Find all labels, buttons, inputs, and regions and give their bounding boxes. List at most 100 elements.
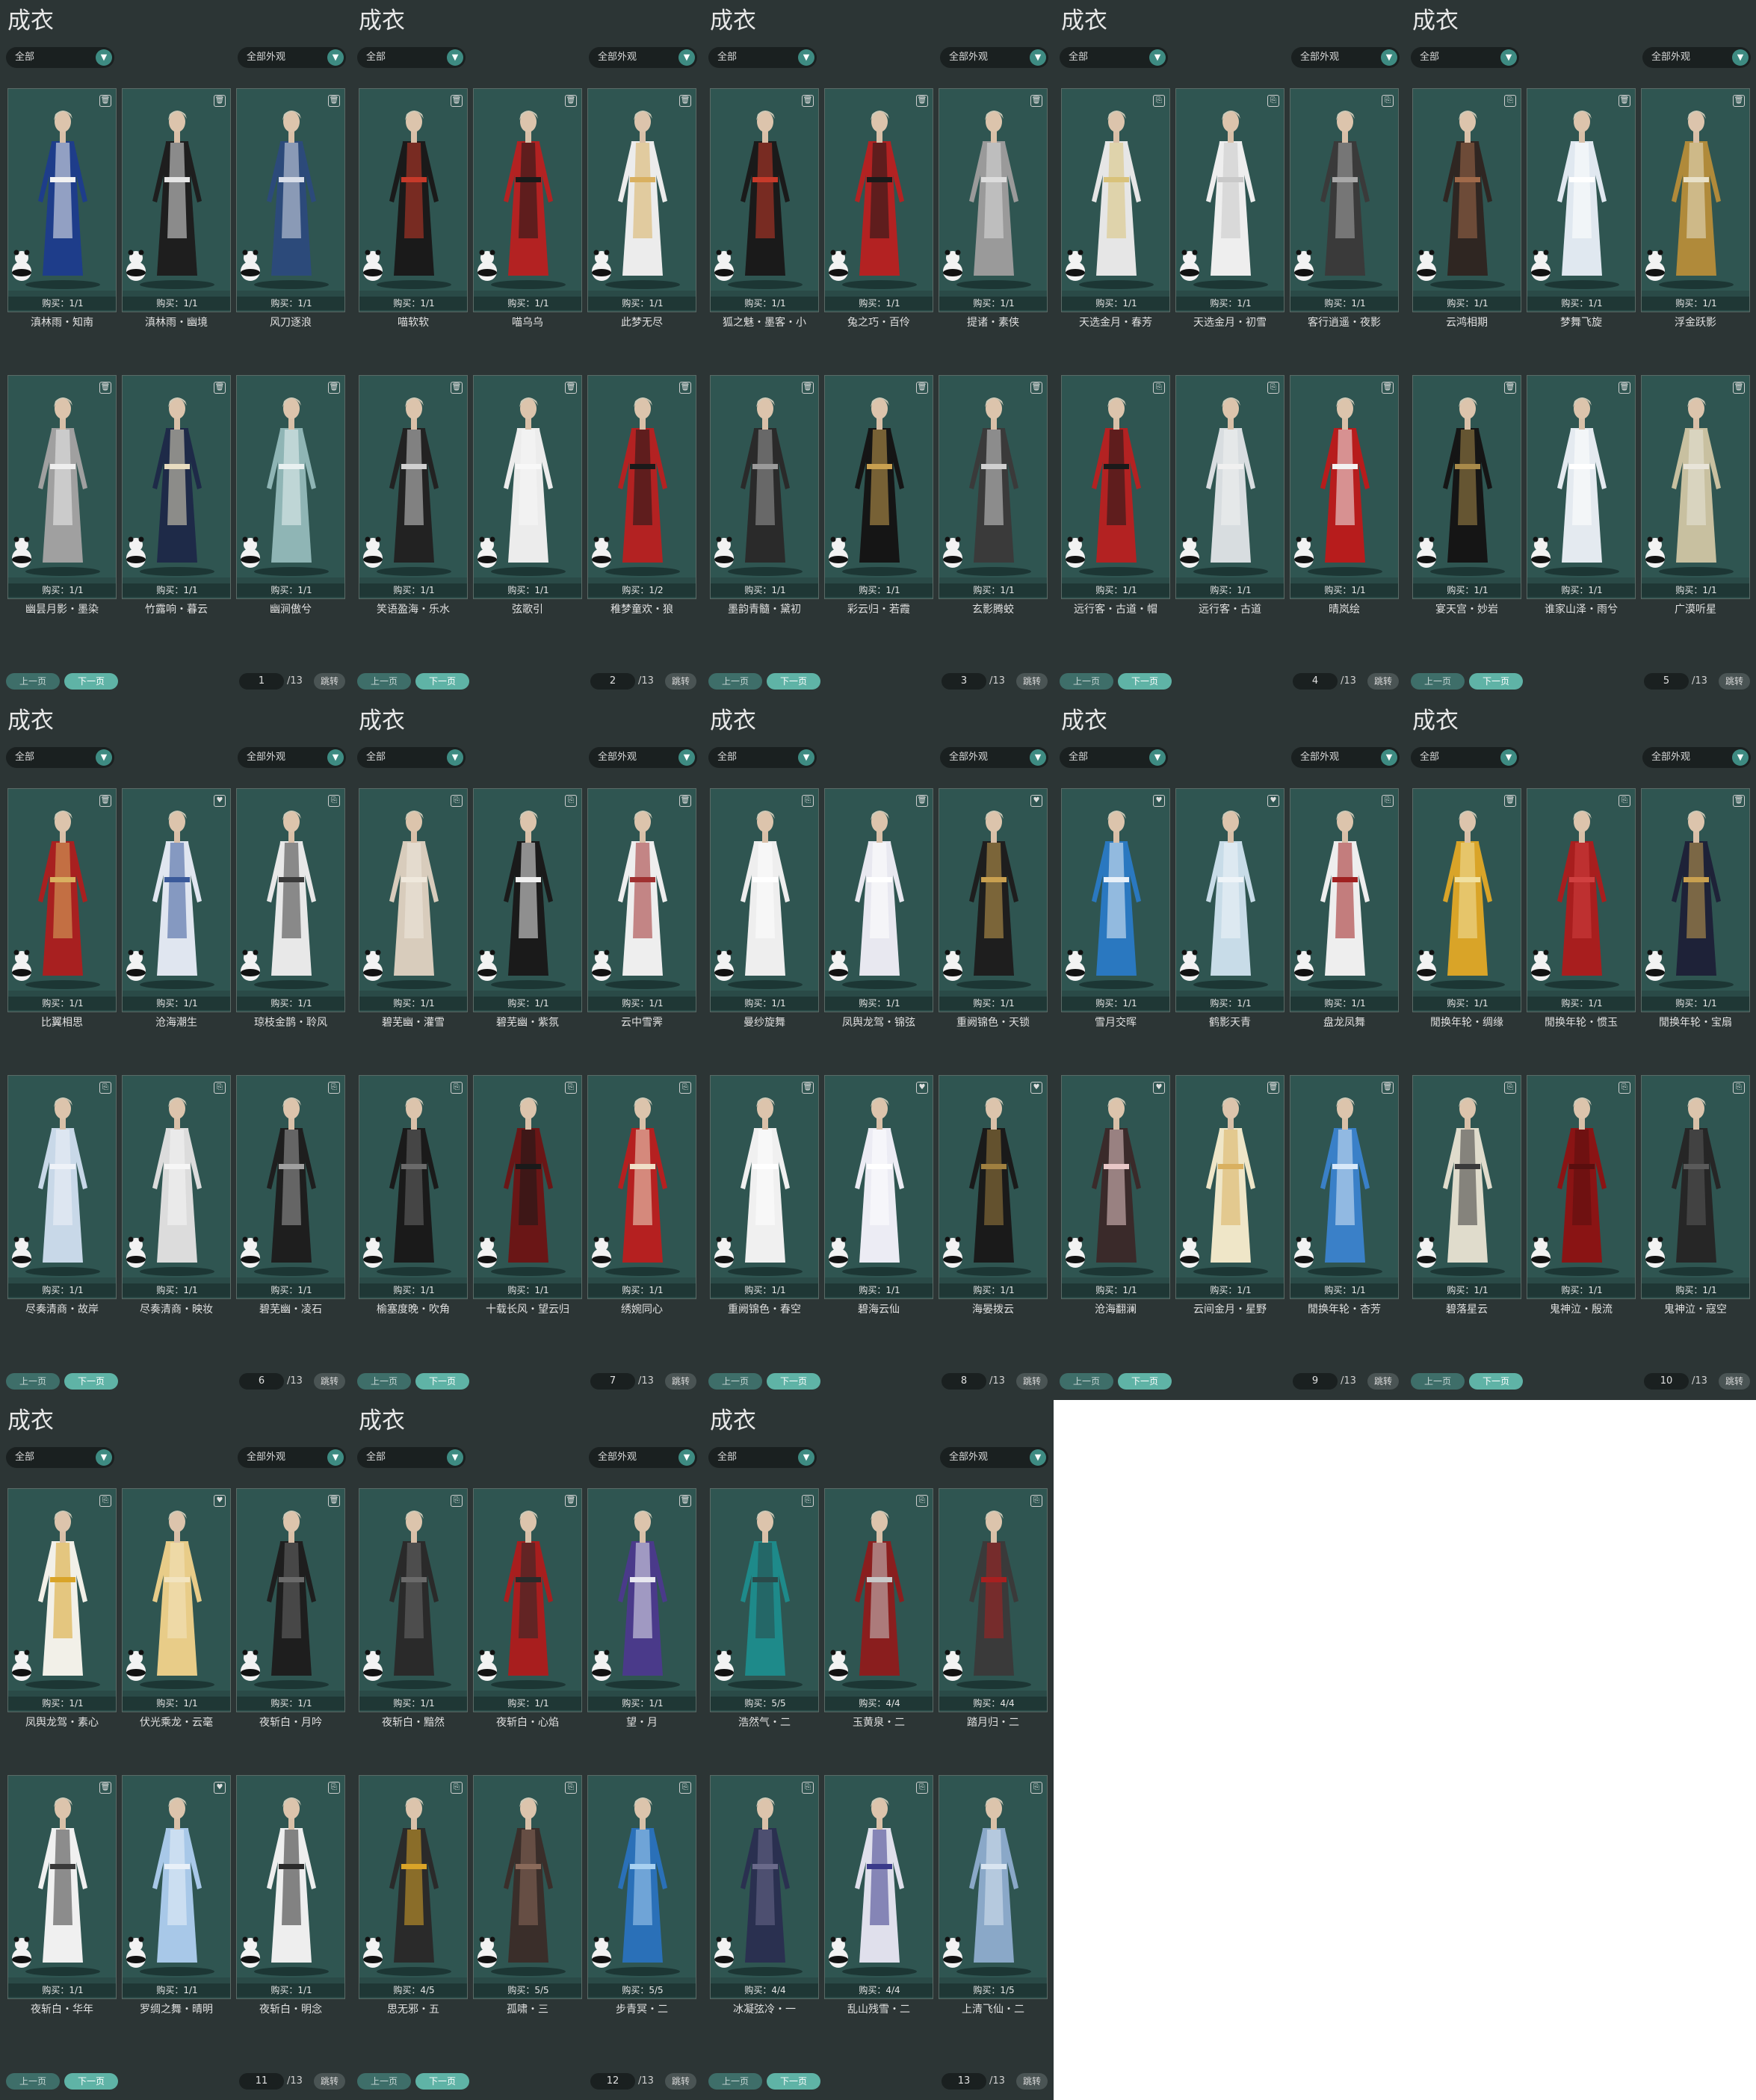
trash-icon[interactable]: 🗑 bbox=[916, 795, 928, 807]
outfit-card[interactable]: 🗑 购买：1/1 bbox=[359, 88, 468, 312]
jump-button[interactable]: 跳转 bbox=[665, 1373, 696, 1390]
next-page-button[interactable]: 下一页 bbox=[1469, 1373, 1523, 1390]
jump-button[interactable]: 跳转 bbox=[314, 2073, 345, 2090]
chevron-down-icon[interactable]: ▼ bbox=[327, 49, 344, 66]
jump-button[interactable]: 跳转 bbox=[1016, 673, 1048, 690]
next-page-button[interactable]: 下一页 bbox=[1469, 673, 1523, 690]
trash-icon[interactable]: 🗑 bbox=[679, 382, 691, 394]
trash-icon[interactable]: 🗑 bbox=[916, 382, 928, 394]
appearance-filter-select[interactable]: 全部外观 ▼ bbox=[1642, 47, 1751, 68]
heart-icon[interactable]: ♥ bbox=[1030, 1082, 1042, 1094]
trash-icon[interactable]: 🗑 bbox=[99, 1782, 111, 1794]
outfit-card[interactable]: 🗑 购买：1/1 bbox=[7, 788, 117, 1012]
tag-icon[interactable]: ⎘ bbox=[565, 795, 577, 807]
outfit-card[interactable]: 🗑 购买：1/1 bbox=[473, 375, 582, 599]
outfit-card[interactable]: ⎘ 购买：1/1 bbox=[1641, 1075, 1750, 1299]
trash-icon[interactable]: 🗑 bbox=[99, 95, 111, 107]
prev-page-button[interactable]: 上一页 bbox=[6, 2073, 60, 2090]
outfit-card[interactable]: ⎘ 购买：1/1 bbox=[1061, 88, 1170, 312]
category-filter-select[interactable]: 全部 ▼ bbox=[357, 747, 466, 768]
tag-icon[interactable]: ⎘ bbox=[1619, 795, 1630, 807]
next-page-button[interactable]: 下一页 bbox=[767, 1373, 820, 1390]
trash-icon[interactable]: 🗑 bbox=[328, 382, 340, 394]
outfit-card[interactable]: 🗑 购买：1/1 bbox=[710, 1075, 819, 1299]
tag-icon[interactable]: ⎘ bbox=[451, 795, 463, 807]
outfit-card[interactable]: 🗑 购买：1/2 bbox=[587, 375, 696, 599]
chevron-down-icon[interactable]: ▼ bbox=[1149, 49, 1166, 66]
outfit-card[interactable]: ♥ 购买：1/1 bbox=[939, 788, 1048, 1012]
jump-button[interactable]: 跳转 bbox=[1719, 1373, 1750, 1390]
trash-icon[interactable]: 🗑 bbox=[1619, 95, 1630, 107]
page-number-input[interactable]: 13 bbox=[942, 2073, 986, 2090]
trash-icon[interactable]: 🗑 bbox=[1382, 382, 1394, 394]
trash-icon[interactable]: 🗑 bbox=[916, 95, 928, 107]
chevron-down-icon[interactable]: ▼ bbox=[447, 1449, 463, 1466]
appearance-filter-select[interactable]: 全部外观 ▼ bbox=[589, 1447, 697, 1468]
outfit-card[interactable]: ♥ 购买：1/1 bbox=[1061, 1075, 1170, 1299]
category-filter-select[interactable]: 全部 ▼ bbox=[708, 47, 817, 68]
trash-icon[interactable]: 🗑 bbox=[802, 1082, 814, 1094]
outfit-card[interactable]: ♥ 购买：1/1 bbox=[1175, 788, 1284, 1012]
appearance-filter-select[interactable]: 全部外观 ▼ bbox=[940, 47, 1048, 68]
chevron-down-icon[interactable]: ▼ bbox=[1030, 749, 1046, 766]
chevron-down-icon[interactable]: ▼ bbox=[1500, 49, 1517, 66]
appearance-filter-select[interactable]: 全部外观 ▼ bbox=[589, 747, 697, 768]
prev-page-button[interactable]: 上一页 bbox=[1411, 673, 1465, 690]
prev-page-button[interactable]: 上一页 bbox=[1060, 673, 1113, 690]
outfit-card[interactable]: ⎘ 购买：1/5 bbox=[939, 1775, 1048, 1999]
tag-icon[interactable]: ⎘ bbox=[99, 1082, 111, 1094]
outfit-card[interactable]: 🗑 购买：1/1 bbox=[1290, 1075, 1399, 1299]
outfit-card[interactable]: ⎘ 购买：1/1 bbox=[1412, 88, 1521, 312]
outfit-card[interactable]: 🗑 购买：1/1 bbox=[824, 375, 933, 599]
category-filter-select[interactable]: 全部 ▼ bbox=[357, 1447, 466, 1468]
outfit-card[interactable]: ♥ 购买：1/1 bbox=[122, 788, 231, 1012]
trash-icon[interactable]: 🗑 bbox=[565, 95, 577, 107]
category-filter-select[interactable]: 全部 ▼ bbox=[1411, 47, 1519, 68]
jump-button[interactable]: 跳转 bbox=[665, 673, 696, 690]
outfit-card[interactable]: ⎘ 购买：1/1 bbox=[710, 788, 819, 1012]
outfit-card[interactable]: 🗑 购买：1/1 bbox=[824, 88, 933, 312]
tag-icon[interactable]: ⎘ bbox=[565, 1082, 577, 1094]
outfit-card[interactable]: ⎘ 购买：1/1 bbox=[359, 788, 468, 1012]
chevron-down-icon[interactable]: ▼ bbox=[1149, 749, 1166, 766]
trash-icon[interactable]: 🗑 bbox=[214, 382, 226, 394]
tag-icon[interactable]: ⎘ bbox=[1267, 95, 1279, 107]
appearance-filter-select[interactable]: 全部外观 ▼ bbox=[940, 747, 1048, 768]
prev-page-button[interactable]: 上一页 bbox=[357, 2073, 411, 2090]
category-filter-select[interactable]: 全部 ▼ bbox=[1060, 47, 1168, 68]
chevron-down-icon[interactable]: ▼ bbox=[1381, 49, 1397, 66]
trash-icon[interactable]: 🗑 bbox=[679, 1495, 691, 1507]
outfit-card[interactable]: ⎘ 购买：4/4 bbox=[824, 1775, 933, 1999]
prev-page-button[interactable]: 上一页 bbox=[708, 2073, 762, 2090]
outfit-card[interactable]: ♥ 购买：1/1 bbox=[122, 1488, 231, 1712]
outfit-card[interactable]: ⎘ 购买：1/1 bbox=[473, 788, 582, 1012]
outfit-card[interactable]: 🗑 购买：1/1 bbox=[236, 88, 345, 312]
trash-icon[interactable]: 🗑 bbox=[214, 95, 226, 107]
chevron-down-icon[interactable]: ▼ bbox=[327, 749, 344, 766]
trash-icon[interactable]: 🗑 bbox=[99, 382, 111, 394]
outfit-card[interactable]: ⎘ 购买：1/1 bbox=[359, 1488, 468, 1712]
page-number-input[interactable]: 12 bbox=[590, 2073, 635, 2090]
page-number-input[interactable]: 5 bbox=[1644, 673, 1689, 690]
jump-button[interactable]: 跳转 bbox=[1367, 1373, 1399, 1390]
outfit-card[interactable]: 🗑 购买：1/1 bbox=[7, 88, 117, 312]
outfit-card[interactable]: 🗑 购买：1/1 bbox=[122, 88, 231, 312]
outfit-card[interactable]: ⎘ 购买：1/1 bbox=[1175, 88, 1284, 312]
chevron-down-icon[interactable]: ▼ bbox=[96, 1449, 112, 1466]
outfit-card[interactable]: 🗑 购买：1/1 bbox=[587, 788, 696, 1012]
outfit-card[interactable]: ♥ 购买：1/1 bbox=[939, 1075, 1048, 1299]
prev-page-button[interactable]: 上一页 bbox=[6, 1373, 60, 1390]
trash-icon[interactable]: 🗑 bbox=[679, 95, 691, 107]
trash-icon[interactable]: 🗑 bbox=[1030, 95, 1042, 107]
outfit-card[interactable]: 🗑 购买：1/1 bbox=[1527, 88, 1636, 312]
next-page-button[interactable]: 下一页 bbox=[415, 673, 469, 690]
jump-button[interactable]: 跳转 bbox=[1367, 673, 1399, 690]
tag-icon[interactable]: ⎘ bbox=[565, 1782, 577, 1794]
trash-icon[interactable]: 🗑 bbox=[451, 382, 463, 394]
tag-icon[interactable]: ⎘ bbox=[328, 1082, 340, 1094]
tag-icon[interactable]: ⎘ bbox=[1153, 382, 1165, 394]
heart-icon[interactable]: ♥ bbox=[1030, 795, 1042, 807]
appearance-filter-select[interactable]: 全部外观 ▼ bbox=[1291, 747, 1400, 768]
outfit-card[interactable]: ⎘ 购买：1/1 bbox=[236, 1075, 345, 1299]
tag-icon[interactable]: ⎘ bbox=[802, 1782, 814, 1794]
